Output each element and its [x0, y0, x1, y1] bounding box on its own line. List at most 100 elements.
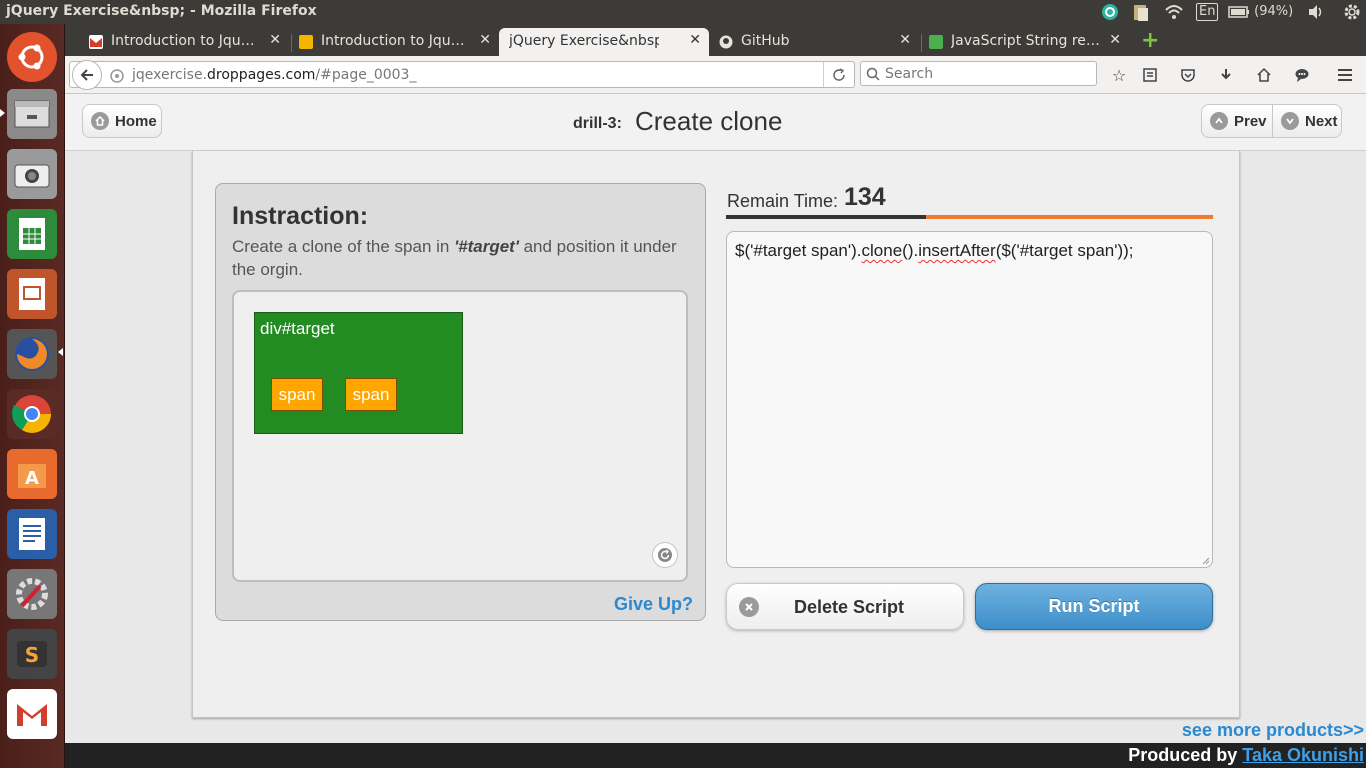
- url-divider: [823, 62, 824, 87]
- tab-introduction-jquery-1[interactable]: Introduction to Jqu… ✕: [81, 28, 289, 56]
- remain-time-value: 134: [844, 183, 886, 211]
- tab-introduction-jquery-2[interactable]: Introduction to Jqu… ✕: [291, 28, 499, 56]
- chat-icon[interactable]: [1292, 65, 1312, 85]
- span-box: span: [271, 378, 323, 411]
- prev-label: Prev: [1234, 112, 1267, 130]
- search-icon: [866, 66, 880, 85]
- spellcheck-underline: insertAfter: [918, 241, 996, 260]
- battery-indicator[interactable]: (94%): [1228, 2, 1293, 22]
- script-code[interactable]: $('#target span').clone().insertAfter($(…: [735, 241, 1134, 261]
- prev-button[interactable]: Prev: [1201, 104, 1273, 138]
- reset-demo-button[interactable]: [652, 542, 678, 568]
- url-host: droppages.com: [207, 67, 316, 83]
- launcher-active-arrow: [0, 109, 5, 117]
- volume-icon[interactable]: [1306, 2, 1326, 22]
- pocket-icon[interactable]: [1178, 65, 1198, 85]
- close-tab-icon[interactable]: ✕: [689, 32, 701, 48]
- download-icon[interactable]: [1216, 65, 1236, 85]
- home-button[interactable]: Home: [82, 104, 162, 138]
- reload-icon[interactable]: [832, 67, 846, 86]
- tab-javascript-string[interactable]: JavaScript String re… ✕: [921, 28, 1129, 56]
- chrome-icon[interactable]: [7, 389, 57, 439]
- web-page: Home drill-3: Create clone Prev Next Ins…: [65, 94, 1366, 768]
- keyboard-layout-indicator[interactable]: En: [1196, 3, 1219, 21]
- battery-percent: (94%): [1254, 4, 1294, 19]
- time-progress-fill: [925, 215, 1213, 219]
- gmail-app-icon[interactable]: [7, 689, 57, 739]
- close-tab-icon[interactable]: ✕: [899, 32, 911, 48]
- tab-label: Introduction to Jqu…: [111, 33, 255, 49]
- demo-area: div#target span span: [232, 290, 688, 582]
- search-box[interactable]: Search: [860, 61, 1097, 86]
- reading-list-icon[interactable]: [1140, 65, 1160, 85]
- run-script-button[interactable]: Run Script: [975, 583, 1213, 630]
- navigation-bar: jqexercise.droppages.com/#page_0003_ Sea…: [65, 56, 1366, 94]
- camera-icon[interactable]: [7, 149, 57, 199]
- remain-time-label: Remain Time:: [727, 191, 839, 211]
- resize-handle-icon[interactable]: [1202, 557, 1210, 565]
- software-center-icon[interactable]: A: [7, 449, 57, 499]
- next-button[interactable]: Next: [1272, 104, 1342, 138]
- instruction-panel: Instraction: Create a clone of the span …: [215, 183, 706, 621]
- instruction-heading: Instraction:: [232, 202, 369, 230]
- system-top-bar: jQuery Exercise&nbsp; - Mozilla Firefox …: [0, 0, 1366, 24]
- refresh-icon: [658, 548, 672, 562]
- tab-strip: Introduction to Jqu… ✕ Introduction to J…: [65, 24, 1366, 56]
- presentation-icon[interactable]: [7, 269, 57, 319]
- tab-jquery-exercise[interactable]: jQuery Exercise&nbsp; ✕: [499, 28, 709, 56]
- script-editor[interactable]: $('#target span').clone().insertAfter($(…: [726, 231, 1213, 568]
- tab-label: GitHub: [741, 33, 790, 49]
- delete-script-button[interactable]: Delete Script: [726, 583, 964, 630]
- launcher-focus-arrow: [58, 348, 63, 356]
- search-input[interactable]: Search: [885, 66, 933, 82]
- chevron-up-icon: [1210, 112, 1228, 130]
- instruction-text-before: Create a clone of the span in: [232, 237, 455, 256]
- svg-text:S: S: [25, 643, 39, 667]
- author-link[interactable]: Taka Okunishi: [1242, 745, 1364, 765]
- files-icon[interactable]: [7, 89, 57, 139]
- back-button[interactable]: [72, 60, 102, 90]
- writer-icon[interactable]: [7, 509, 57, 559]
- home-icon: [91, 112, 109, 130]
- produced-by-label: Produced by: [1128, 745, 1243, 765]
- span-box: span: [345, 378, 397, 411]
- clipboard-icon[interactable]: [1132, 2, 1150, 22]
- sublime-text-icon[interactable]: S: [7, 629, 57, 679]
- url-path: /#page_0003_: [315, 67, 417, 83]
- close-tab-icon[interactable]: ✕: [479, 32, 491, 48]
- close-tab-icon[interactable]: ✕: [1109, 32, 1121, 48]
- sync-icon[interactable]: [1100, 2, 1120, 22]
- ubuntu-logo-icon[interactable]: [7, 32, 57, 82]
- new-tab-button[interactable]: +: [1137, 28, 1165, 56]
- menu-icon[interactable]: [1335, 65, 1355, 85]
- spellcheck-underline: clone: [861, 241, 903, 260]
- site-info-icon[interactable]: [110, 68, 124, 87]
- firefox-icon[interactable]: [7, 329, 57, 379]
- time-progress-bar: [726, 215, 1213, 219]
- settings-gear-icon[interactable]: [1342, 2, 1362, 22]
- tab-label: JavaScript String re…: [951, 33, 1100, 49]
- target-div-label: div#target: [260, 319, 335, 338]
- page-title: Create clone: [635, 106, 783, 136]
- url-text: jqexercise.droppages.com/#page_0003_: [132, 67, 416, 83]
- wifi-icon[interactable]: [1164, 2, 1184, 22]
- give-up-link[interactable]: Give Up?: [614, 594, 693, 615]
- url-bar[interactable]: jqexercise.droppages.com/#page_0003_: [69, 60, 855, 90]
- see-more-products-link[interactable]: see more products>>: [1182, 720, 1364, 741]
- drill-number: drill-3:: [573, 115, 622, 132]
- exercise-content: Instraction: Create a clone of the span …: [192, 151, 1240, 718]
- home-label: Home: [115, 112, 157, 130]
- tab-github[interactable]: GitHub ✕: [711, 28, 919, 56]
- close-tab-icon[interactable]: ✕: [269, 32, 281, 48]
- tab-label: Introduction to Jqu…: [321, 33, 465, 49]
- slides-icon: [299, 35, 313, 49]
- w3-icon: [929, 35, 943, 49]
- page-footer: Produced by Taka Okunishi: [65, 743, 1366, 768]
- url-prefix: jqexercise.: [132, 67, 208, 83]
- spreadsheet-icon[interactable]: [7, 209, 57, 259]
- system-settings-icon[interactable]: [7, 569, 57, 619]
- battery-icon: [1228, 5, 1249, 18]
- target-div: div#target span span: [254, 312, 463, 434]
- home-icon[interactable]: [1254, 65, 1274, 85]
- bookmark-star-icon[interactable]: ☆: [1109, 65, 1129, 85]
